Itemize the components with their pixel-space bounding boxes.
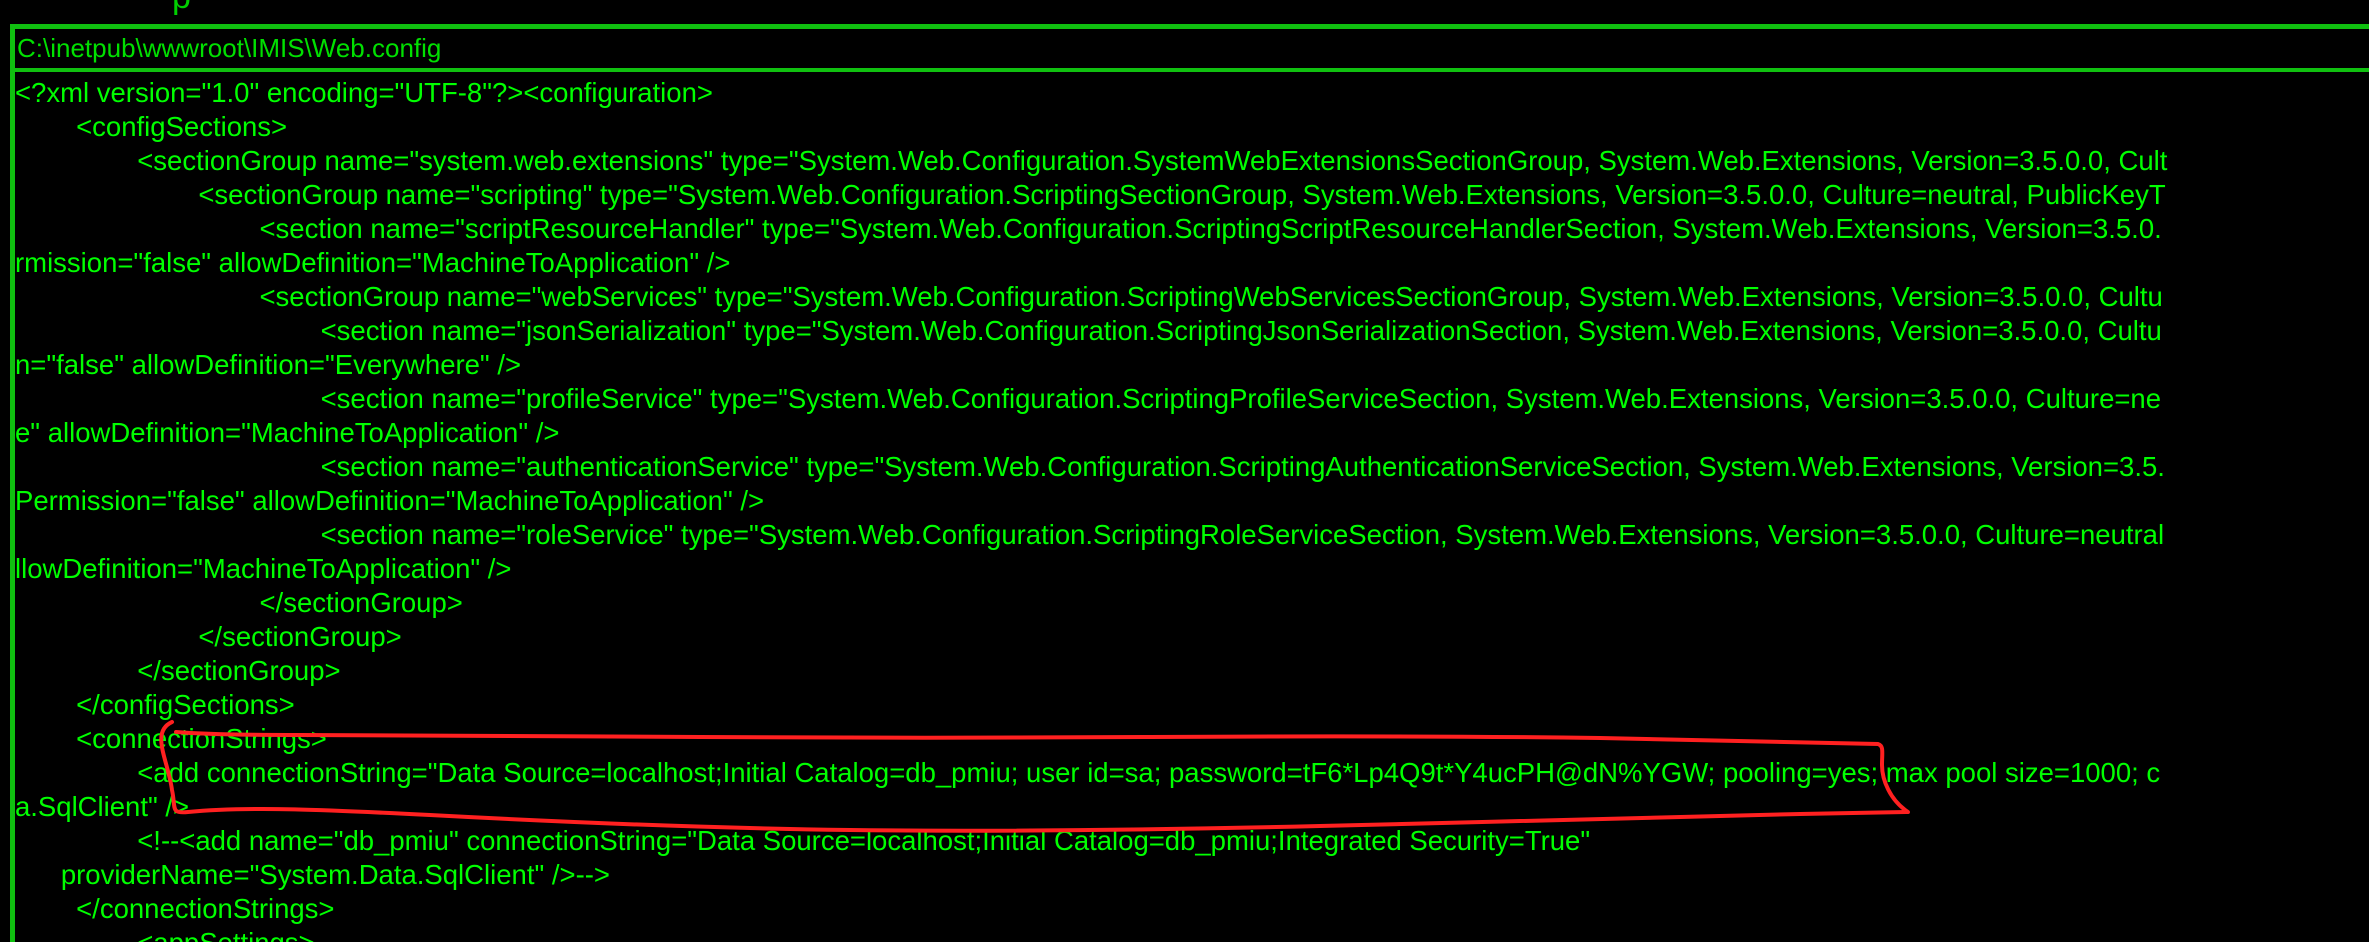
code-line: </sectionGroup>	[15, 655, 341, 686]
code-line: <sectionGroup name="system.web.extension…	[15, 145, 2168, 176]
code-line: </configSections>	[15, 689, 295, 720]
code-line: <!--<add name="db_pmiu" connectionString…	[15, 825, 1591, 856]
code-line: n="false" allowDefinition="Everywhere" /…	[15, 349, 522, 380]
code-line: <?xml version="1.0" encoding="UTF-8"?><c…	[15, 77, 713, 108]
code-line: providerName="System.Data.SqlClient" />-…	[15, 859, 610, 890]
code-line: <connectionStrings>	[15, 723, 327, 754]
code-line: </sectionGroup>	[15, 621, 402, 652]
code-line: <section name="scriptResourceHandler" ty…	[15, 213, 2162, 244]
code-line: <appSettings>	[15, 926, 314, 942]
code-line: <sectionGroup name="scripting" type="Sys…	[15, 179, 2166, 210]
code-line: <configSections>	[15, 111, 288, 142]
code-line: <sectionGroup name="webServices" type="S…	[15, 281, 2163, 312]
code-line: llowDefinition="MachineToApplication" />	[15, 553, 512, 584]
screenshot-viewport: p C:\inetpub\wwwroot\IMIS\Web.config <?x…	[0, 0, 2369, 942]
code-line: <section name="profileService" type="Sys…	[15, 383, 2162, 414]
code-line: <section name="roleService" type="System…	[15, 519, 2165, 550]
code-line: rmission="false" allowDefinition="Machin…	[15, 247, 731, 278]
file-path-title: C:\inetpub\wwwroot\IMIS\Web.config	[17, 33, 442, 63]
code-line: Permission="false" allowDefinition="Mach…	[15, 485, 765, 516]
code-line: </sectionGroup>	[15, 587, 463, 618]
clipped-heading-fragment: p	[172, 0, 202, 16]
code-line: <section name="jsonSerialization" type="…	[15, 315, 2162, 346]
code-line: </connectionStrings>	[15, 893, 335, 924]
code-line: <section name="authenticationService" ty…	[15, 451, 2165, 482]
code-line: <add connectionString="Data Source=local…	[15, 757, 2161, 788]
code-line: e" allowDefinition="MachineToApplication…	[15, 417, 560, 448]
code-view[interactable]: <?xml version="1.0" encoding="UTF-8"?><c…	[15, 72, 2369, 942]
code-line: a.SqlClient" />	[15, 791, 190, 822]
